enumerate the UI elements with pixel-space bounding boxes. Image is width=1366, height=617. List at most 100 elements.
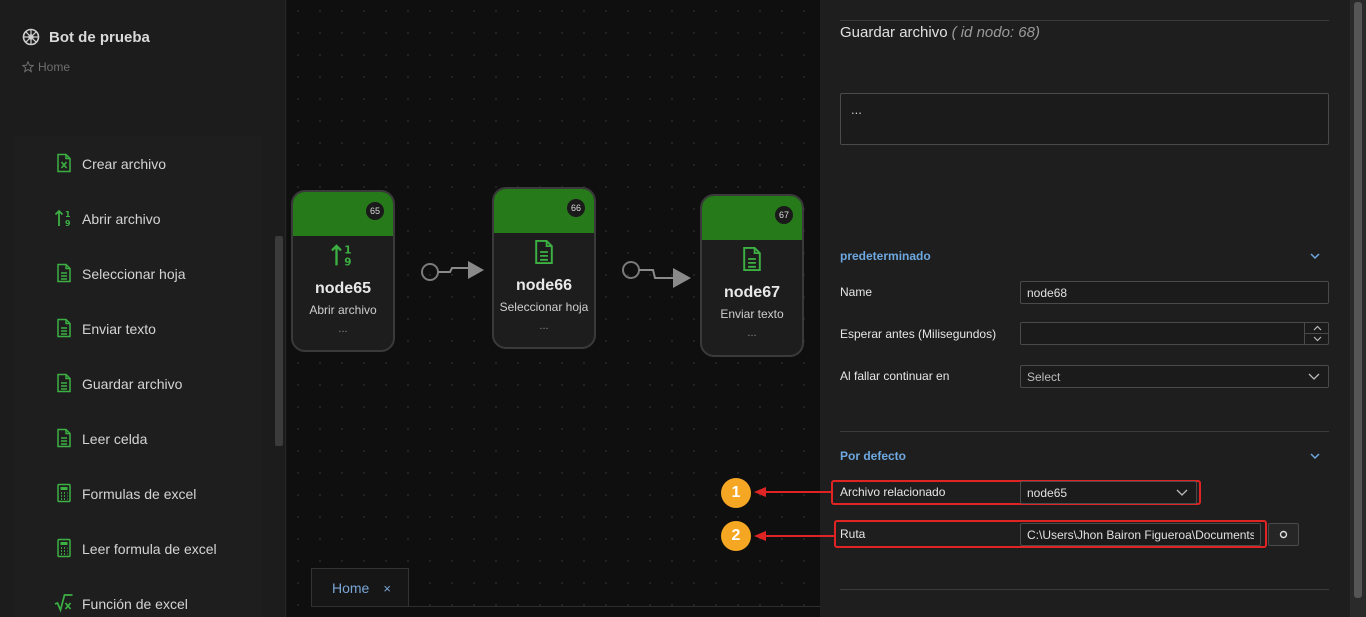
node-subtitle: Abrir archivo bbox=[309, 303, 377, 317]
node-name: node66 bbox=[515, 277, 572, 294]
panel-title-text: Guardar archivo bbox=[840, 24, 948, 41]
tab-home[interactable]: Home × bbox=[311, 568, 409, 607]
divider bbox=[840, 431, 1329, 432]
calculator-icon bbox=[57, 538, 71, 558]
breadcrumb-home[interactable]: Home bbox=[38, 60, 70, 74]
flow-node-66[interactable]: 66 node66 Seleccionar hoja ... bbox=[492, 187, 596, 349]
tab-label: Home bbox=[332, 580, 370, 596]
calculator-icon bbox=[57, 483, 71, 503]
annotation-arrow-2 bbox=[754, 531, 836, 541]
star-icon bbox=[22, 61, 34, 73]
annotation-arrow-1 bbox=[754, 487, 832, 497]
node-more: ... bbox=[539, 320, 549, 332]
name-input[interactable] bbox=[1020, 281, 1329, 304]
node-more: ... bbox=[747, 327, 757, 339]
node-name: node65 bbox=[314, 280, 371, 297]
node-id-badge: 66 bbox=[567, 199, 585, 217]
panel-title: Guardar archivo( id nodo: 68) bbox=[840, 24, 1040, 41]
stepper-down[interactable] bbox=[1305, 333, 1329, 344]
sidebar-scrollbar[interactable] bbox=[275, 236, 283, 446]
gear-icon bbox=[1279, 530, 1288, 539]
select-value: node65 bbox=[1027, 486, 1068, 500]
menu-item-label: Crear archivo bbox=[82, 155, 167, 172]
document-icon bbox=[57, 318, 71, 338]
menu-item-label: Función de excel bbox=[82, 595, 188, 612]
svg-text:9: 9 bbox=[344, 256, 351, 268]
menu-item-label: Leer celda bbox=[82, 430, 148, 447]
related-file-select[interactable]: node65 bbox=[1020, 481, 1197, 504]
sidebar: Bot de prueba Home Crear archivo 1 9 Abr… bbox=[0, 0, 286, 617]
wheel-icon bbox=[22, 28, 40, 46]
connector-65-66[interactable] bbox=[418, 258, 488, 286]
component-menu: Crear archivo 1 9 Abrir archivo Seleccio… bbox=[14, 136, 262, 617]
node-header: 67 bbox=[702, 196, 802, 240]
select-value: Select bbox=[1027, 370, 1061, 384]
menu-item-label: Abrir archivo bbox=[82, 210, 161, 227]
square-root-icon bbox=[54, 594, 73, 613]
breadcrumb[interactable]: Home bbox=[22, 60, 70, 74]
menu-item-label: Enviar texto bbox=[82, 320, 156, 337]
wait-label: Esperar antes (Milisegundos) bbox=[840, 327, 997, 341]
menu-item-formulas-de-excel[interactable]: Formulas de excel bbox=[14, 466, 262, 521]
menu-item-crear-archivo[interactable]: Crear archivo bbox=[14, 136, 262, 191]
node-subtitle: Seleccionar hoja bbox=[499, 300, 589, 314]
wait-ms-input[interactable] bbox=[1020, 322, 1329, 345]
node-name: node67 bbox=[723, 284, 780, 301]
svg-text:1: 1 bbox=[65, 210, 71, 219]
section-predeterminado-title[interactable]: predeterminado bbox=[840, 249, 931, 263]
close-icon[interactable]: × bbox=[383, 581, 391, 596]
chevron-down-icon bbox=[1313, 336, 1321, 342]
excel-file-icon bbox=[57, 153, 71, 173]
node-id-text: ( id nodo: 68) bbox=[951, 24, 1040, 41]
menu-item-funcion-de-excel[interactable]: Función de excel bbox=[14, 576, 262, 617]
panel-scrollbar[interactable] bbox=[1350, 0, 1366, 617]
divider bbox=[840, 20, 1329, 21]
node-header: 66 bbox=[494, 189, 594, 233]
number-stepper[interactable] bbox=[1304, 322, 1329, 345]
document-icon bbox=[57, 263, 71, 283]
menu-item-leer-celda[interactable]: Leer celda bbox=[14, 411, 262, 466]
node-more: ... bbox=[338, 323, 348, 335]
menu-item-label: Formulas de excel bbox=[82, 485, 197, 502]
path-input[interactable] bbox=[1020, 523, 1261, 546]
annotation-badge-1: 1 bbox=[721, 478, 751, 508]
path-label: Ruta bbox=[840, 527, 866, 541]
brand: Bot de prueba bbox=[22, 28, 150, 46]
document-icon bbox=[743, 246, 761, 272]
node-id-badge: 65 bbox=[366, 202, 384, 220]
svg-text:9: 9 bbox=[65, 219, 71, 228]
chevron-up-icon bbox=[1313, 325, 1321, 330]
chevron-down-icon[interactable] bbox=[1309, 450, 1321, 462]
fail-continue-select[interactable]: Select bbox=[1020, 365, 1329, 388]
name-label: Name bbox=[840, 285, 873, 299]
chevron-down-icon bbox=[1176, 489, 1188, 496]
tab-divider bbox=[311, 606, 820, 607]
menu-item-label: Seleccionar hoja bbox=[82, 265, 186, 282]
menu-item-guardar-archivo[interactable]: Guardar archivo bbox=[14, 356, 262, 411]
stepper-up[interactable] bbox=[1305, 322, 1329, 333]
document-icon bbox=[57, 373, 71, 393]
svg-text:1: 1 bbox=[344, 245, 351, 257]
browse-button[interactable] bbox=[1268, 523, 1299, 546]
node-header: 65 bbox=[293, 192, 393, 236]
properties-panel: Guardar archivo( id nodo: 68) ... predet… bbox=[820, 0, 1350, 617]
app-title: Bot de prueba bbox=[49, 28, 150, 46]
section-por-defecto-title[interactable]: Por defecto bbox=[840, 449, 906, 463]
related-file-label: Archivo relacionado bbox=[840, 485, 946, 499]
sort-numeric-icon: 1 9 bbox=[331, 244, 352, 268]
menu-item-abrir-archivo[interactable]: 1 9 Abrir archivo bbox=[14, 191, 262, 246]
sort-numeric-icon: 1 9 bbox=[54, 209, 71, 228]
description-textarea[interactable]: ... bbox=[840, 93, 1329, 145]
node-subtitle: Enviar texto bbox=[720, 307, 784, 321]
menu-item-seleccionar-hoja[interactable]: Seleccionar hoja bbox=[14, 246, 262, 301]
menu-item-label: Leer formula de excel bbox=[82, 540, 217, 557]
menu-item-label: Guardar archivo bbox=[82, 375, 183, 392]
menu-item-enviar-texto[interactable]: Enviar texto bbox=[14, 301, 262, 356]
menu-item-leer-formula-de-excel[interactable]: Leer formula de excel bbox=[14, 521, 262, 576]
flow-node-67[interactable]: 67 node67 Enviar texto ... bbox=[700, 194, 804, 357]
scrollbar-thumb[interactable] bbox=[1354, 2, 1362, 598]
document-icon bbox=[535, 239, 553, 265]
chevron-down-icon[interactable] bbox=[1309, 250, 1321, 262]
connector-66-67[interactable] bbox=[619, 257, 695, 293]
flow-node-65[interactable]: 65 1 9 node65 Abrir archivo ... bbox=[291, 190, 395, 352]
